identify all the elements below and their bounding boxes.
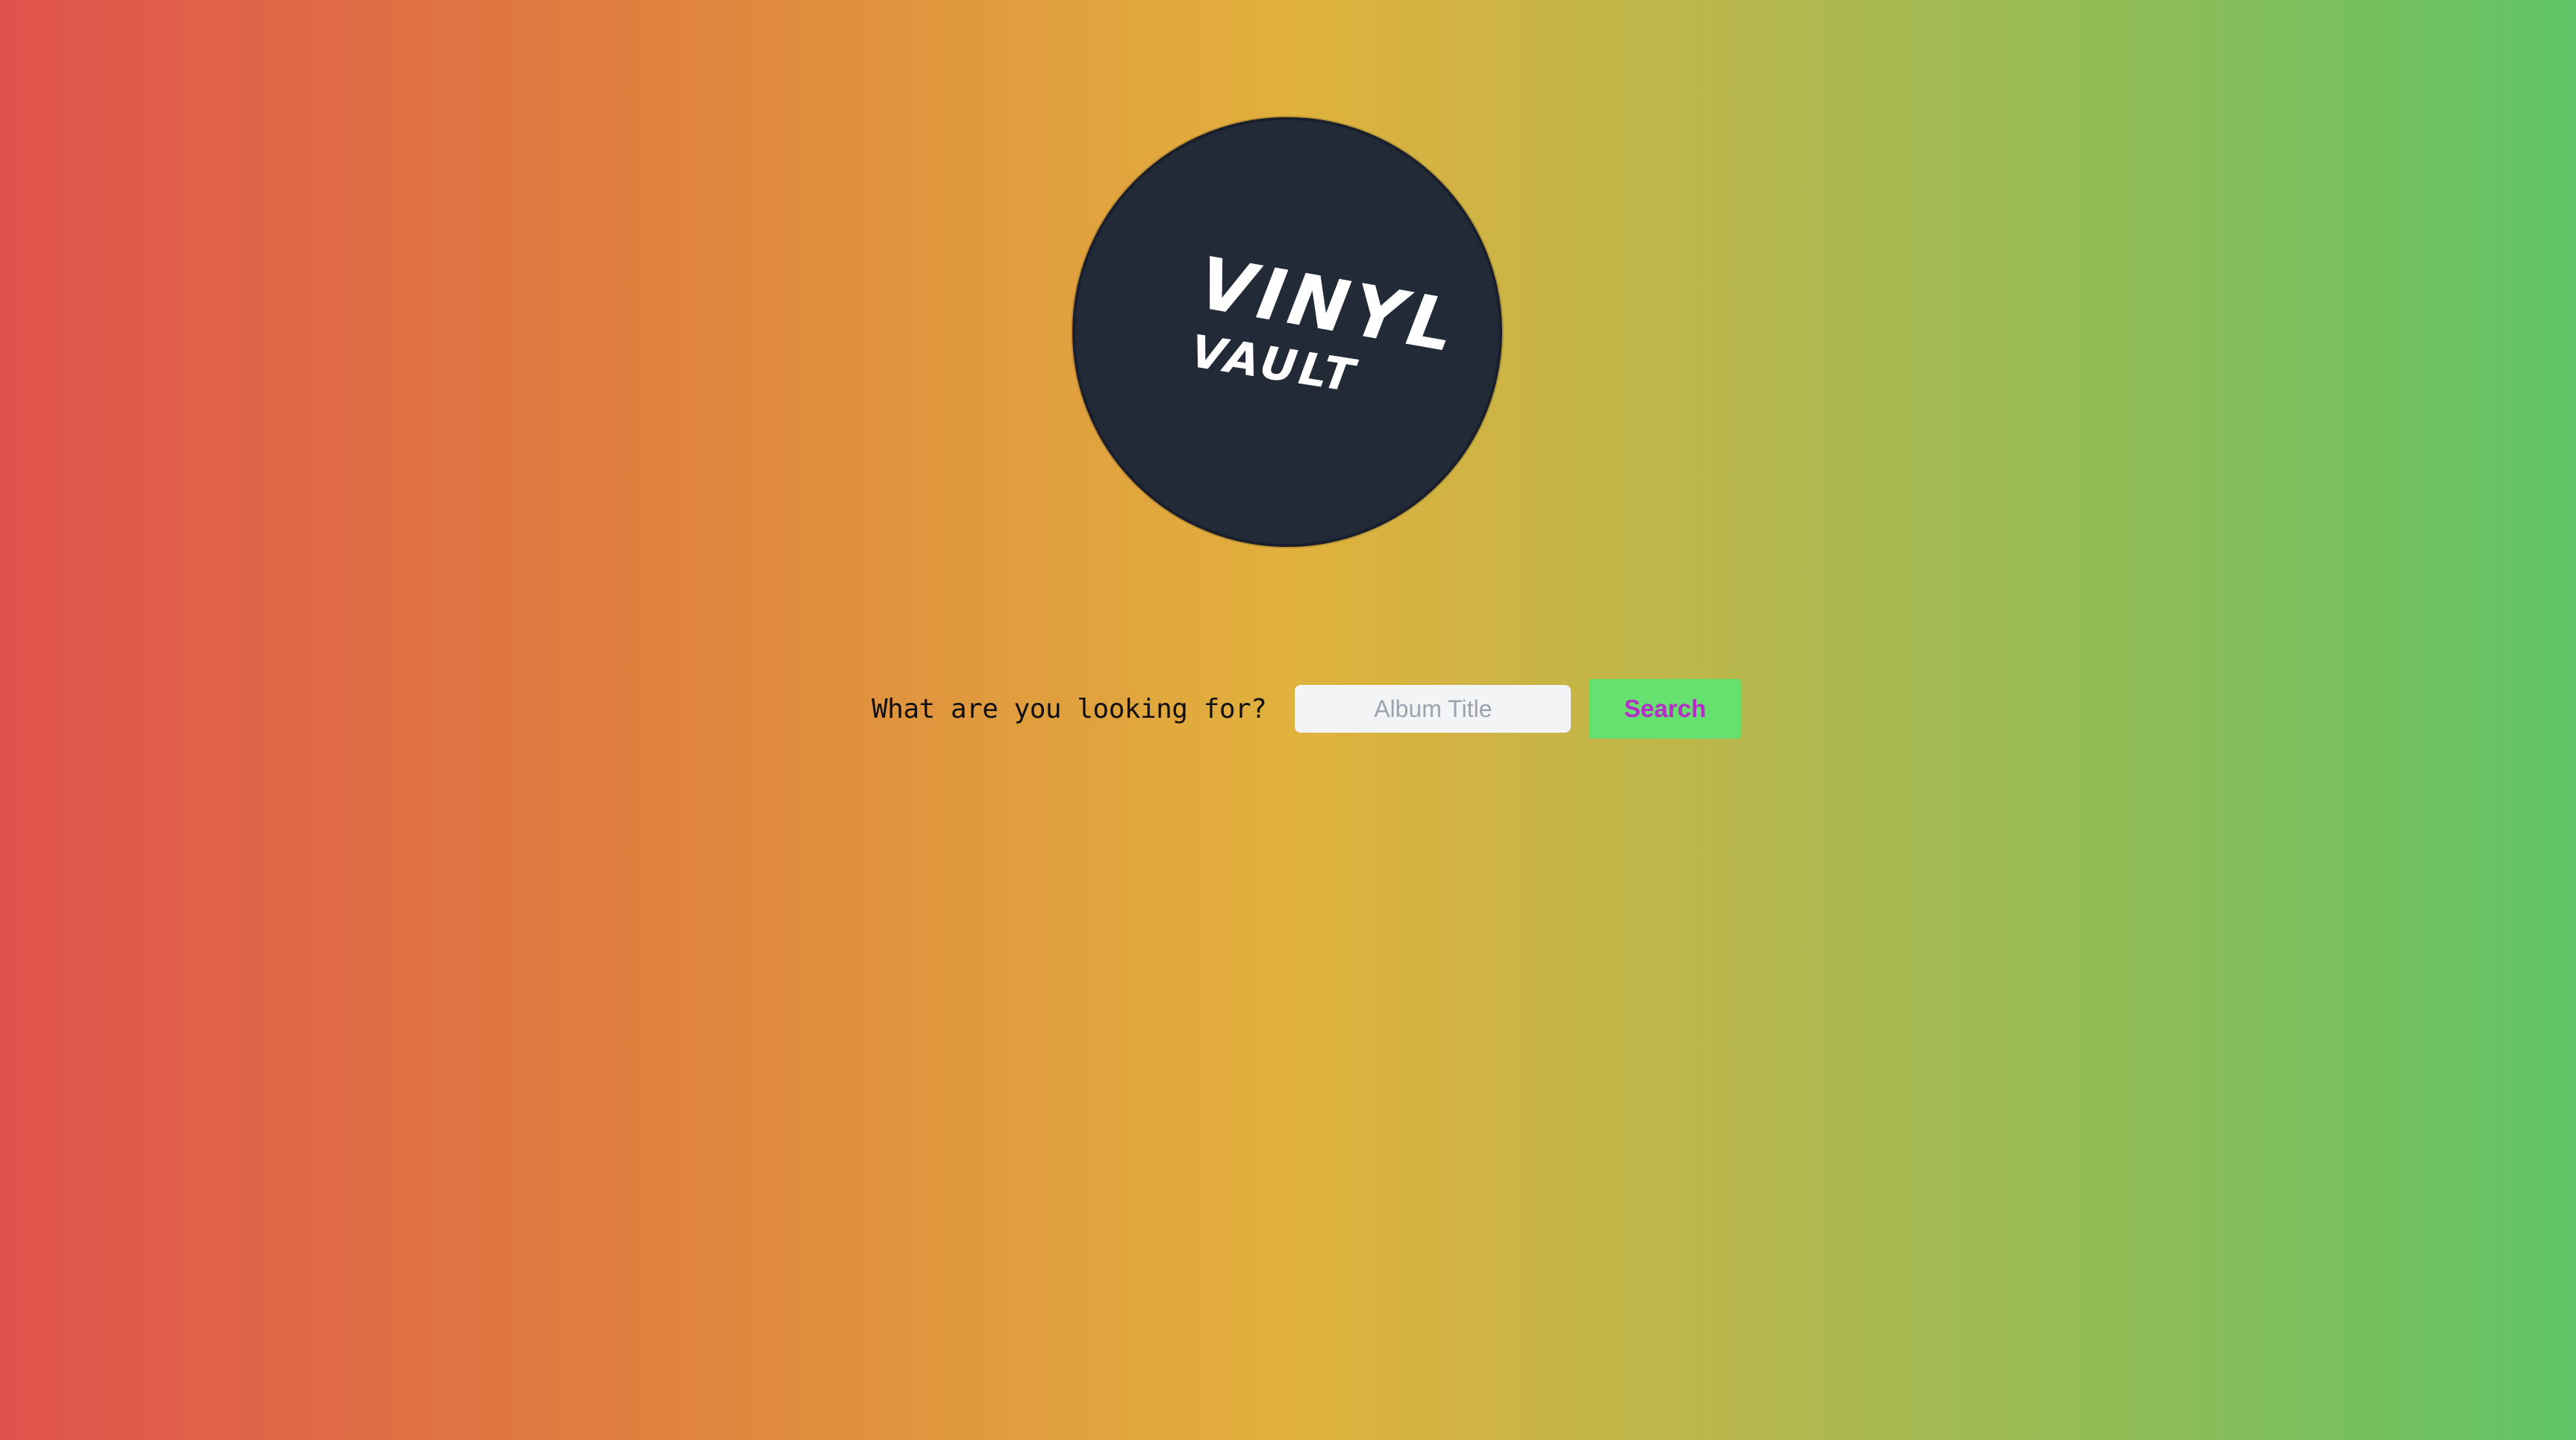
vinyl-vault-logo: VINYL VAULT bbox=[1072, 117, 1502, 547]
search-button[interactable]: Search bbox=[1589, 679, 1742, 739]
album-title-input[interactable] bbox=[1295, 685, 1572, 733]
search-bar: What are you looking for? Search bbox=[872, 679, 1742, 739]
search-prompt-label: What are you looking for? bbox=[872, 693, 1267, 724]
